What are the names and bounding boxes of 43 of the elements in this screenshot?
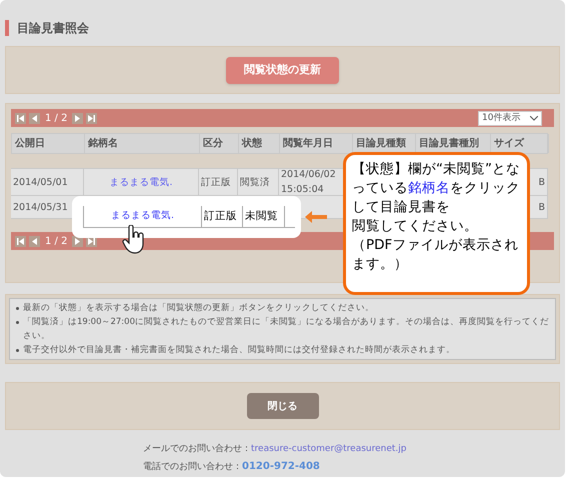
table-cell-text: B	[538, 200, 545, 214]
email-link[interactable]: treasure-customer@treasurenet.jp	[251, 440, 407, 458]
next-page-icon[interactable]	[72, 112, 84, 124]
note-text: 「閲覧済」は19:00～27:00に閲覧されたもので翌営業日に「未閲覧」になる場合があります。その場合は、再度閲覧を行ってください。	[23, 316, 549, 343]
column-header: 銘柄名	[85, 134, 200, 153]
table-cell-text: 訂正版	[204, 208, 237, 224]
table-cell-text: 2014/06/02 15:05:04	[281, 168, 337, 197]
stock-name-link[interactable]: まるまる電気.	[110, 209, 174, 224]
previous-page-icon[interactable]	[29, 236, 40, 246]
last-page-icon[interactable]	[86, 112, 98, 124]
callout-text: 閲覧してください。	[352, 217, 479, 236]
column-header: 公開日	[12, 134, 85, 153]
callout-text: 【状態】欄が“未閲覧”となっている銘柄名 をクリックして目論見書を	[352, 160, 521, 217]
page-indicator: 1 / 2	[44, 234, 68, 248]
table-cell-text: 訂正版	[201, 176, 231, 190]
bullet-icon	[16, 307, 19, 310]
table-cell-text: 閲覧済	[240, 176, 270, 190]
contact-label: 電話でのお問い合わせ：	[143, 460, 242, 474]
previous-page-icon[interactable]	[29, 112, 40, 124]
chevron-down-icon[interactable]	[530, 116, 538, 120]
phone-number: 0120-972-408	[242, 460, 320, 474]
note-text: 電子交付以外で目論見書・補完書面を閲覧された場合、閲覧時間には交付登録された時間が表示されます。	[23, 344, 455, 357]
page-indicator: 1 / 2	[44, 112, 68, 126]
table-cell-text: 未閲覧	[245, 208, 278, 224]
bullet-icon	[16, 349, 19, 352]
first-page-icon[interactable]	[15, 236, 26, 246]
table-cell-text: B	[538, 176, 545, 190]
stock-name-link[interactable]: まるまる電気.	[109, 174, 173, 190]
first-page-icon[interactable]	[15, 112, 26, 124]
callout-text: （PDFファイルが表示されます。）	[352, 236, 520, 274]
table-cell-text: 2014/05/01	[13, 176, 68, 190]
note-text: 最新の「状態」を表示する場合は「閲覧状態の更新」ボタンをクリックしてください。	[23, 302, 374, 315]
contact-label: メールでのお問い合わせ：	[143, 442, 251, 456]
column-header: 状態	[239, 134, 280, 153]
left-arrow-icon	[305, 211, 327, 223]
column-header: 区分	[200, 134, 239, 153]
per-page-select[interactable]: 10件表示	[478, 110, 542, 126]
title-accent-bar	[5, 20, 9, 36]
bullet-icon	[16, 321, 19, 324]
close-button[interactable]: 閉じる	[246, 393, 318, 419]
page-title: 目論見書照会	[17, 20, 89, 37]
refresh-button[interactable]: 閲覧状態の更新	[226, 56, 339, 84]
table-cell-text: 2014/05/31	[13, 200, 68, 214]
